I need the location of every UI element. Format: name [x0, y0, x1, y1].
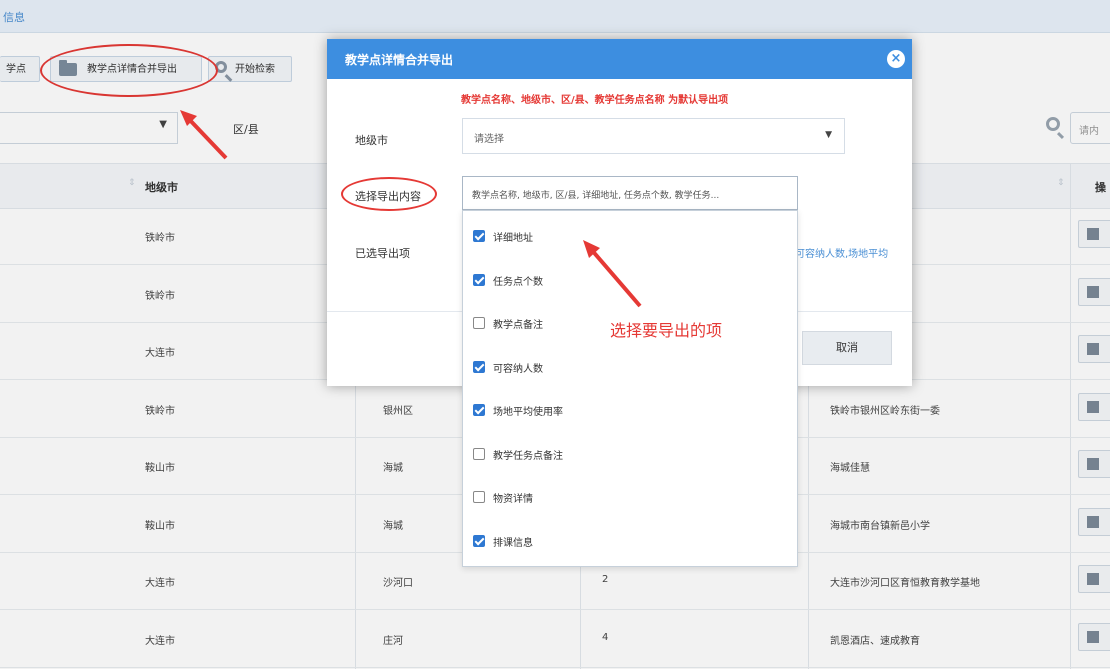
annotation-arrows — [180, 110, 642, 308]
annotation-arrow — [184, 114, 228, 160]
annotation-text: 选择要导出的项 — [610, 321, 723, 340]
annotation-arrow — [588, 246, 642, 308]
